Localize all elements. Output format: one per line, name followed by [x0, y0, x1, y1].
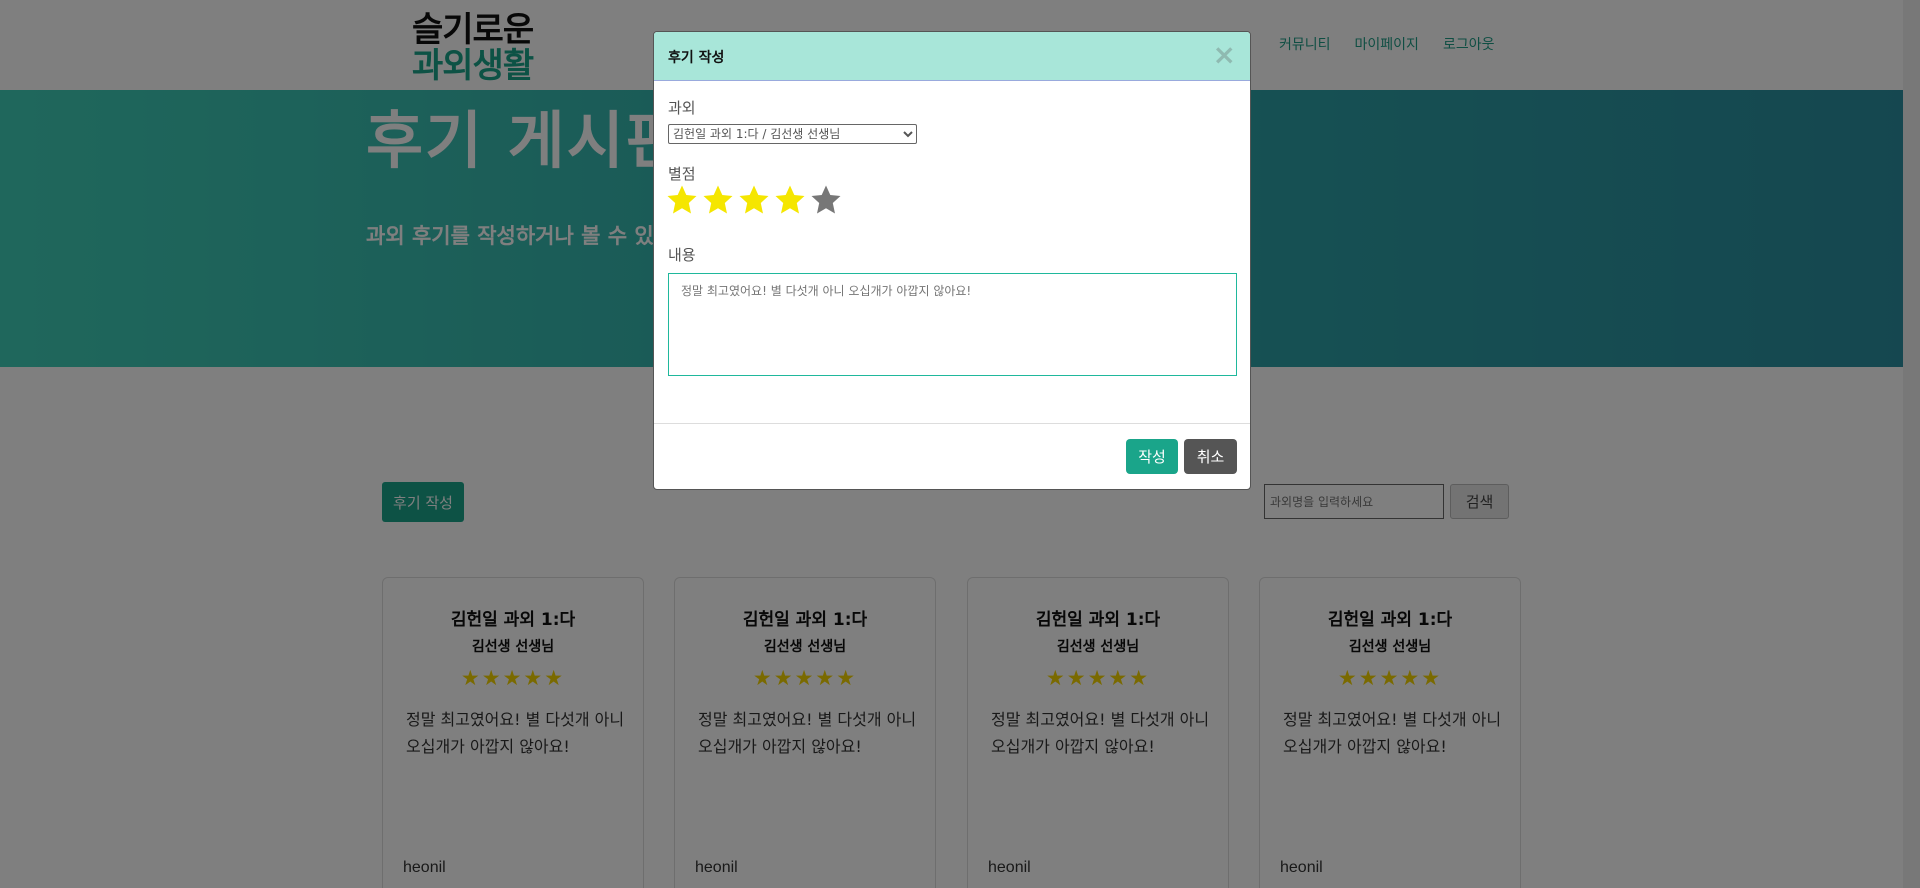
review-content-textarea[interactable] [668, 273, 1237, 376]
star-icon[interactable] [702, 184, 734, 216]
rating-label: 별점 [668, 165, 696, 183]
star-icon[interactable] [738, 184, 770, 216]
cancel-button[interactable]: 취소 [1184, 439, 1237, 474]
modal-footer-divider [654, 423, 1250, 424]
content-label: 내용 [668, 246, 696, 264]
star-icon[interactable] [666, 184, 698, 216]
modal-title: 후기 작성 [668, 50, 725, 66]
modal-header: 후기 작성 × [654, 32, 1250, 81]
close-icon[interactable]: × [1213, 40, 1236, 70]
course-select[interactable]: 김헌일 과외 1:다 / 김선생 선생님 [668, 124, 917, 144]
course-label: 과외 [668, 99, 696, 117]
submit-button[interactable]: 작성 [1126, 439, 1178, 474]
star-rating-input[interactable] [666, 184, 842, 216]
write-review-modal: 후기 작성 × 과외 김헌일 과외 1:다 / 김선생 선생님 별점 내용 작성… [653, 31, 1251, 490]
star-icon[interactable] [774, 184, 806, 216]
star-icon[interactable] [810, 184, 842, 216]
